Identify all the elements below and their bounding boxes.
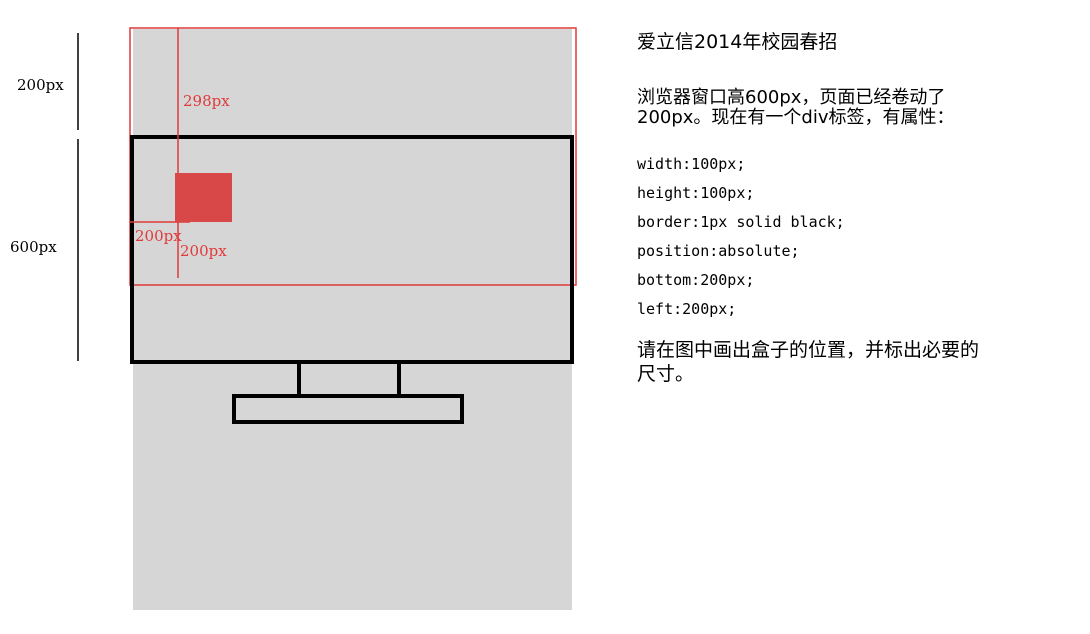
css-property: position:absolute; — [637, 242, 800, 260]
bottom-offset-label: 200px — [180, 242, 227, 260]
css-property: bottom:200px; — [637, 271, 755, 289]
css-property: height:100px; — [637, 184, 755, 202]
css-property: width:100px; — [637, 155, 746, 173]
question-panel: 爱立信2014年校园春招 浏览器窗口高600px，页面已经卷动了 200px。现… — [637, 30, 1077, 386]
window-dimension-label: 600px — [10, 238, 57, 256]
scrolled-dimension-label: 200px — [17, 76, 64, 94]
problem-description: 浏览器窗口高600px，页面已经卷动了 200px。现在有一个div标签，有属性… — [637, 87, 955, 128]
vertical-offset-label: 298px — [183, 92, 230, 110]
css-properties-list: width:100px; height:100px; border:1px so… — [637, 150, 1077, 324]
css-property: border:1px solid black; — [637, 213, 845, 231]
positioned-div-box — [175, 173, 232, 222]
horizontal-offset-label: 200px — [135, 227, 182, 245]
exam-title: 爱立信2014年校园春招 — [637, 31, 838, 53]
document-page — [133, 29, 572, 610]
question-text: 请在图中画出盒子的位置，并标出必要的 尺寸。 — [637, 339, 980, 385]
css-property: left:200px; — [637, 300, 737, 318]
